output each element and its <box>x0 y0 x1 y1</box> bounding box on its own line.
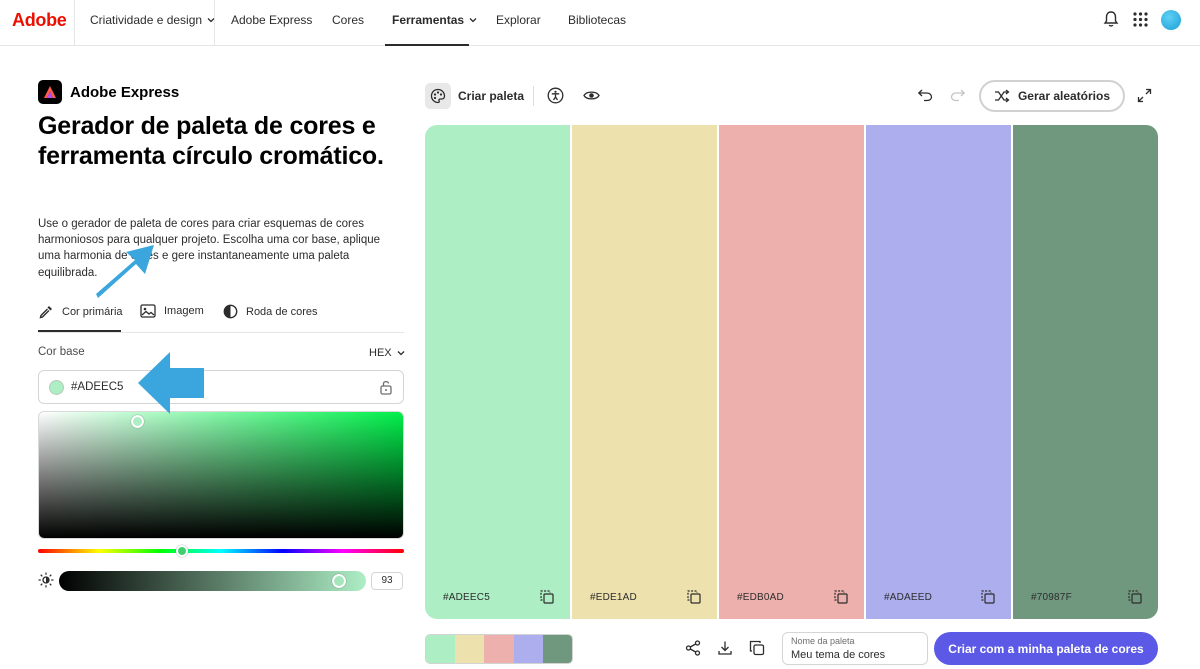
shuffle-icon <box>994 89 1010 103</box>
hue-slider-handle[interactable] <box>176 545 188 557</box>
nav-item-label: Ferramentas <box>392 13 465 27</box>
eye-icon[interactable] <box>583 89 600 102</box>
chevron-down-icon <box>469 18 477 23</box>
redo-icon[interactable] <box>950 88 966 102</box>
tab-label: Roda de cores <box>246 305 318 318</box>
image-icon <box>140 304 156 318</box>
brightness-value-input[interactable]: 93 <box>371 572 403 590</box>
brightness-slider-handle[interactable] <box>332 574 346 588</box>
color-format-select[interactable]: HEX <box>369 347 406 359</box>
bell-icon[interactable] <box>1103 10 1119 28</box>
generate-random-label: Gerar aleatórios <box>1017 89 1111 103</box>
brightness-slider[interactable] <box>59 571 366 591</box>
thumbnail-swatch <box>426 635 456 663</box>
create-palette-label[interactable]: Criar paleta <box>458 89 524 103</box>
copy-icon[interactable] <box>540 590 554 604</box>
adobe-logo[interactable]: Adobe <box>12 10 67 31</box>
download-icon[interactable] <box>717 640 733 656</box>
nav-item-adobe-express[interactable]: Adobe Express <box>231 13 312 27</box>
share-icon[interactable] <box>685 640 701 656</box>
toolbar-divider <box>533 86 534 106</box>
tab-imagem[interactable]: Imagem <box>140 304 204 318</box>
tab-cor-primaria[interactable]: Cor primária <box>38 304 123 320</box>
palette-swatch[interactable]: #EDB0AD <box>719 125 864 619</box>
saturation-value-handle[interactable] <box>131 415 144 428</box>
swatch-hex-label: #ADAEED <box>884 592 933 603</box>
palette-swatch[interactable]: #EDE1AD <box>572 125 717 619</box>
hex-value: #ADEEC5 <box>71 381 124 393</box>
tab-roda-de-cores[interactable]: Roda de cores <box>223 304 318 319</box>
base-color-swatch <box>49 380 64 395</box>
adobe-express-logo-icon <box>38 80 62 104</box>
palette-name-label: Nome da paleta <box>791 636 855 646</box>
tabs-divider <box>38 332 404 333</box>
active-nav-indicator <box>385 44 469 46</box>
palette-icon <box>430 88 446 104</box>
create-with-palette-button[interactable]: Criar com a minha paleta de cores <box>934 632 1158 665</box>
color-format-value: HEX <box>369 347 392 359</box>
duplicate-icon[interactable] <box>749 640 765 656</box>
palette-thumbnail[interactable] <box>425 634 573 664</box>
nav-item-label: Bibliotecas <box>568 13 627 27</box>
thumbnail-swatch <box>455 635 485 663</box>
callout-arrow-icon <box>96 245 154 298</box>
callout-arrow-icon <box>138 352 204 414</box>
thumbnail-swatch <box>542 635 572 663</box>
eyedropper-icon <box>39 306 52 319</box>
color-wheel-icon <box>223 304 238 319</box>
nav-divider <box>74 0 75 46</box>
apps-grid-icon[interactable] <box>1133 12 1148 27</box>
tab-label: Cor primária <box>62 306 123 318</box>
chevron-down-icon <box>397 351 405 356</box>
hue-slider[interactable] <box>38 549 404 553</box>
swatch-hex-label: #EDB0AD <box>737 592 784 603</box>
color-palette: #ADEEC5 #EDE1AD #EDB0AD #ADAEED #70987F <box>425 125 1158 619</box>
copy-icon[interactable] <box>981 590 995 604</box>
thumbnail-swatch <box>513 635 543 663</box>
nav-item-explorar[interactable]: Explorar <box>496 13 541 27</box>
palette-swatch[interactable]: #70987F <box>1013 125 1158 619</box>
copy-icon[interactable] <box>834 590 848 604</box>
fullscreen-icon[interactable] <box>1137 88 1152 103</box>
swatch-hex-label: #70987F <box>1031 592 1072 603</box>
nav-item-bibliotecas[interactable]: Bibliotecas <box>568 13 626 27</box>
base-color-hex-input[interactable]: #ADEEC5 <box>38 370 404 404</box>
swatch-hex-label: #EDE1AD <box>590 592 637 603</box>
nav-item-label: Criatividade e design <box>90 13 203 27</box>
accessibility-icon[interactable] <box>547 87 564 104</box>
undo-icon[interactable] <box>917 88 933 102</box>
top-nav: Adobe Criatividade e design Adobe Expres… <box>0 0 1200 46</box>
palette-swatch[interactable]: #ADAEED <box>866 125 1011 619</box>
page-title: Gerador de paleta de cores e ferramenta … <box>38 112 384 170</box>
copy-icon[interactable] <box>1128 590 1142 604</box>
nav-item-label: Adobe Express <box>231 13 313 27</box>
source-tabs: Cor primária Imagem Roda de cores <box>38 300 404 332</box>
copy-icon[interactable] <box>687 590 701 604</box>
palette-name-value: Meu tema de cores <box>791 649 886 661</box>
create-palette-button[interactable] <box>425 83 451 109</box>
palette-swatch[interactable]: #ADEEC5 <box>425 125 570 619</box>
swatch-hex-label: #ADEEC5 <box>443 592 490 603</box>
nav-item-label: Cores <box>332 13 365 27</box>
saturation-value-picker[interactable] <box>38 411 404 539</box>
nav-item-ferramentas[interactable]: Ferramentas <box>392 13 478 27</box>
nav-item-cores[interactable]: Cores <box>332 13 364 27</box>
nav-item-criatividade[interactable]: Criatividade e design <box>90 13 216 27</box>
brightness-icon <box>38 572 54 588</box>
thumbnail-swatch <box>484 635 514 663</box>
brand-lockup: Adobe Express <box>38 80 179 104</box>
base-color-label: Cor base <box>38 346 85 358</box>
avatar[interactable] <box>1161 10 1181 30</box>
nav-divider <box>214 0 215 46</box>
generate-random-button[interactable]: Gerar aleatórios <box>979 80 1125 112</box>
brand-name: Adobe Express <box>70 83 180 101</box>
unlock-icon[interactable] <box>379 379 393 395</box>
nav-item-label: Explorar <box>496 13 541 27</box>
palette-name-input[interactable]: Nome da paleta Meu tema de cores <box>782 632 928 665</box>
tab-label: Imagem <box>164 305 204 317</box>
